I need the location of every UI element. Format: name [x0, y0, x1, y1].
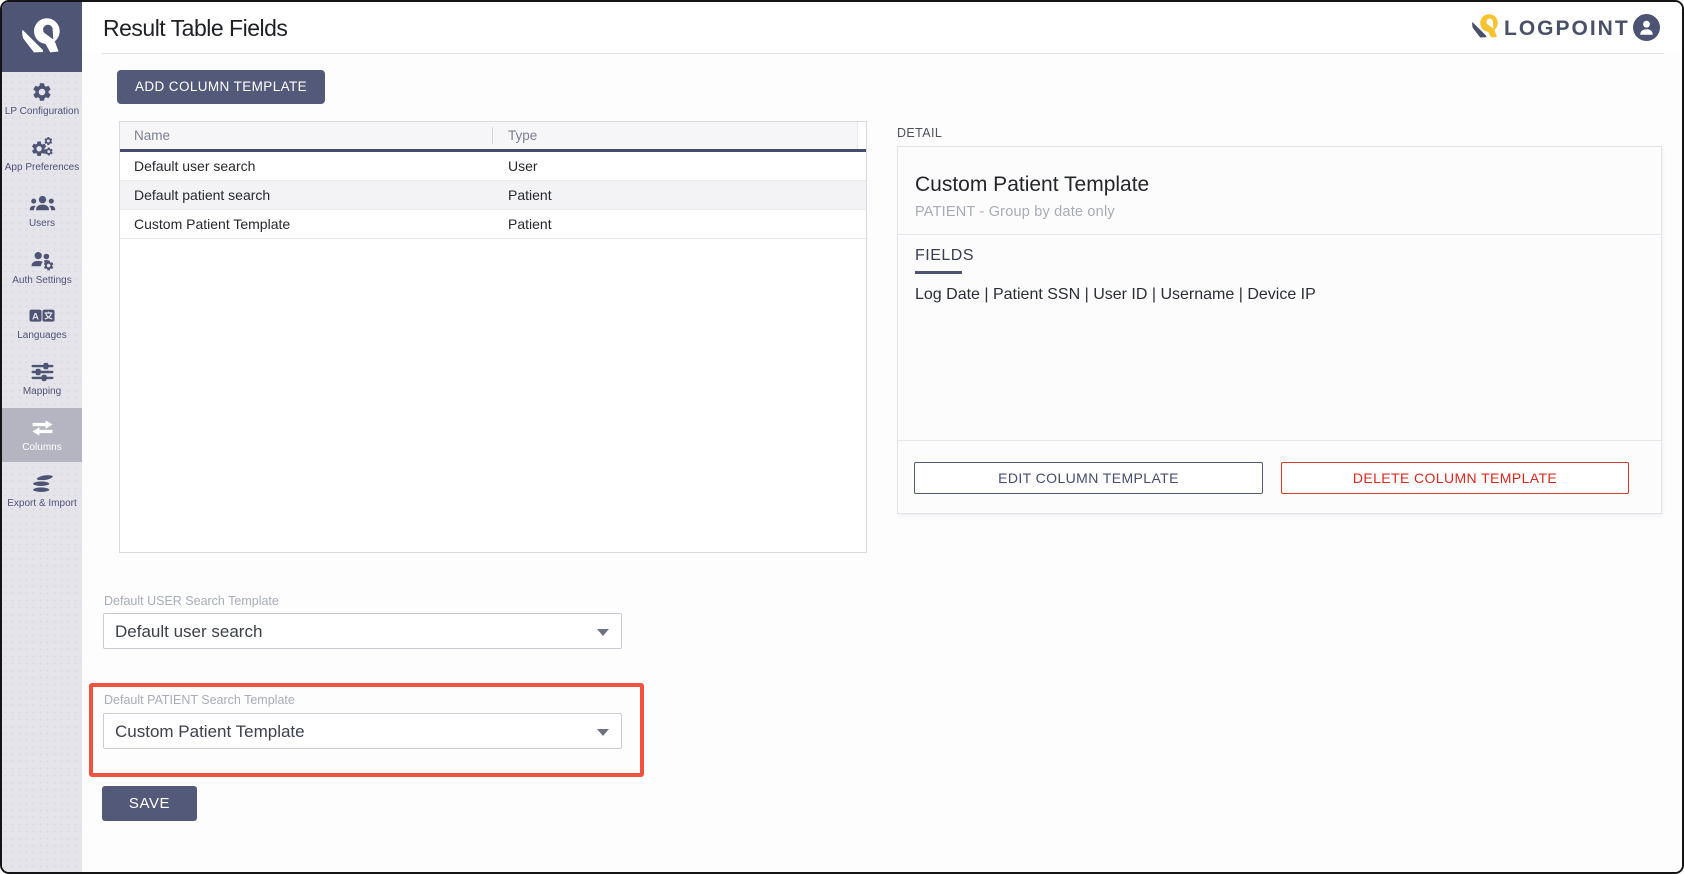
- svg-text:A: A: [32, 311, 39, 322]
